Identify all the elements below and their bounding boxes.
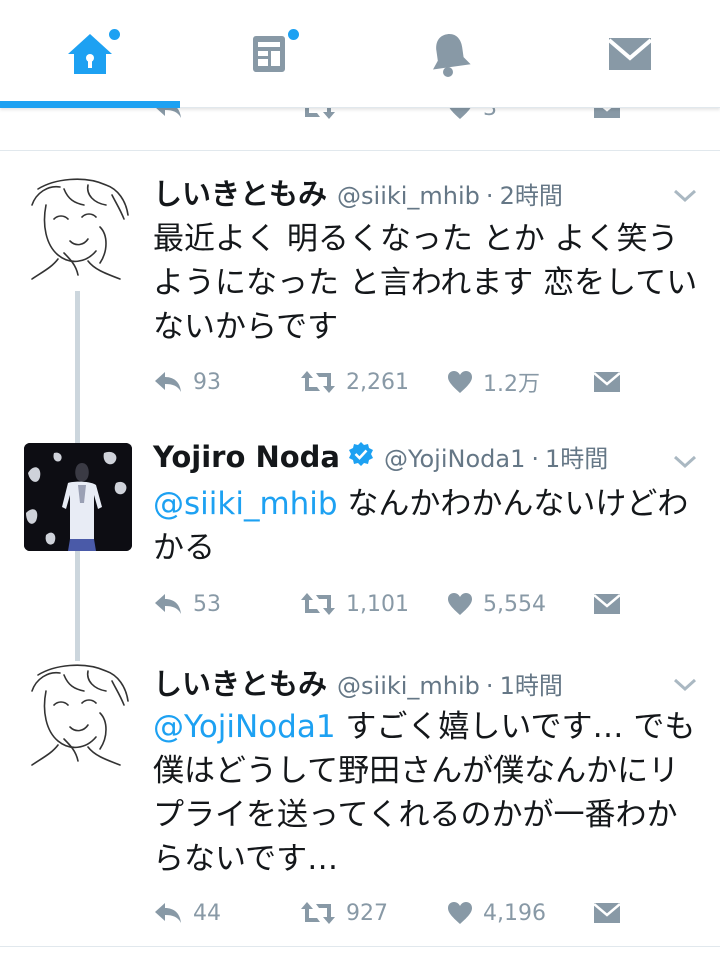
direct-message-button[interactable] [593, 584, 621, 624]
avatar[interactable] [24, 661, 132, 769]
tab-home[interactable] [0, 0, 180, 108]
thread-line [75, 551, 80, 661]
mention-link[interactable]: @YojiNoda1 [153, 709, 336, 745]
tab-messages[interactable] [540, 0, 720, 108]
tab-notifications[interactable] [360, 0, 540, 108]
retweet-button[interactable]: 1,101 [300, 584, 409, 624]
reply-button[interactable]: 53 [153, 584, 221, 624]
user-handle[interactable]: @YojiNoda1 [384, 445, 525, 473]
separator: · [485, 672, 494, 700]
tweet-header: Yojiro Noda @YojiNoda1 · 1時間 [153, 439, 608, 479]
tweet-actions: 53 1,101 5,554 [153, 584, 673, 624]
retweet-icon [301, 371, 335, 393]
heart-icon [449, 108, 471, 119]
envelope-icon [593, 594, 621, 614]
reply-button[interactable] [153, 108, 183, 128]
heart-icon [448, 902, 472, 924]
timestamp[interactable]: 2時間 [500, 176, 563, 211]
sketch-avatar-image [31, 178, 129, 280]
like-button[interactable]: 3 [447, 108, 497, 128]
envelope-icon [607, 38, 653, 70]
like-button[interactable]: 4,196 [447, 893, 546, 933]
heart-icon [448, 371, 472, 393]
chevron-down-icon[interactable] [672, 188, 698, 204]
reply-icon [155, 372, 181, 392]
tweet-text-content: 最近よく 明るくなった とか よく笑うようになった と言われます 恋をしていない… [153, 221, 698, 345]
tweet[interactable]: しいきともみ @siiki_mhib · 1時間 @YojiNoda1 すごく嬉… [0, 661, 720, 946]
tweet-actions: 44 927 4,196 [153, 893, 673, 933]
verified-badge-icon [349, 442, 373, 466]
reply-button[interactable]: 44 [153, 893, 221, 933]
avatar[interactable] [24, 443, 132, 551]
envelope-icon [593, 372, 621, 392]
direct-message-button[interactable] [593, 893, 621, 933]
tweet-text: 最近よく 明るくなった とか よく笑うようになった と言われます 恋をしていない… [153, 217, 703, 349]
retweet-button[interactable]: 927 [300, 893, 388, 933]
tweet-divider [0, 946, 720, 947]
timestamp[interactable]: 1時間 [545, 439, 608, 474]
concert-photo-avatar-image [24, 443, 132, 551]
home-badge-dot [109, 29, 120, 40]
timestamp[interactable]: 1時間 [500, 666, 563, 701]
like-button[interactable]: 1.2万 [447, 362, 540, 402]
retweet-icon [301, 902, 335, 924]
top-tab-bar [0, 0, 720, 108]
like-count: 4,196 [483, 900, 546, 926]
like-count: 1.2万 [483, 372, 540, 397]
separator: · [531, 445, 539, 473]
tweet[interactable]: Yojiro Noda @YojiNoda1 · 1時間 @siiki_mhib… [0, 439, 720, 661]
display-name[interactable]: Yojiro Noda [153, 440, 340, 474]
retweet-count: 1,101 [346, 591, 409, 617]
like-count: 5,554 [483, 591, 546, 617]
like-count: 3 [483, 108, 497, 121]
user-handle[interactable]: @siiki_mhib [337, 182, 480, 210]
tweet-text: @YojiNoda1 すごく嬉しいです… でも僕はどうして野田さんが僕なんかにリ… [153, 705, 703, 881]
like-button[interactable]: 5,554 [447, 584, 546, 624]
tweet-header: しいきともみ @siiki_mhib · 2時間 [153, 171, 563, 211]
active-tab-indicator [0, 101, 180, 108]
mention-link[interactable]: @siiki_mhib [153, 486, 338, 522]
sketch-avatar-image [31, 664, 129, 766]
reply-icon [156, 108, 181, 118]
chevron-down-icon[interactable] [672, 454, 698, 470]
reply-count: 44 [193, 900, 221, 926]
separator: · [485, 182, 494, 210]
retweet-button[interactable]: 2,261 [300, 362, 409, 402]
reply-icon [155, 594, 181, 614]
tweet-text: @siiki_mhib なんかわかんないけどわかる [153, 482, 703, 570]
retweet-button[interactable] [300, 108, 336, 128]
tweet[interactable]: しいきともみ @siiki_mhib · 2時間 最近よく 明るくなった とか … [0, 151, 720, 439]
tweet-actions: 93 2,261 1.2万 [153, 362, 673, 402]
tweet-header: しいきともみ @siiki_mhib · 1時間 [153, 661, 563, 701]
retweet-icon [301, 593, 335, 615]
reply-count: 53 [193, 591, 221, 617]
retweet-count: 927 [346, 900, 388, 926]
chevron-down-icon[interactable] [672, 677, 698, 693]
bell-icon [432, 34, 471, 77]
direct-message-button[interactable] [593, 362, 621, 402]
display-name[interactable]: しいきともみ [153, 171, 327, 213]
direct-message-button[interactable] [593, 108, 621, 128]
user-handle[interactable]: @siiki_mhib [337, 672, 480, 700]
reply-icon [155, 903, 181, 923]
moments-badge-dot [288, 29, 299, 40]
reply-count: 93 [193, 369, 221, 395]
retweet-icon [305, 108, 335, 119]
reply-button[interactable]: 93 [153, 362, 221, 402]
heart-icon [448, 593, 472, 615]
retweet-count: 2,261 [346, 369, 409, 395]
thread-line [75, 291, 80, 439]
avatar[interactable] [24, 175, 132, 283]
display-name[interactable]: しいきともみ [153, 661, 327, 703]
previous-tweet-actions: 3 [0, 108, 720, 148]
tab-moments[interactable] [180, 0, 360, 108]
envelope-icon [594, 108, 620, 118]
envelope-icon [593, 903, 621, 923]
